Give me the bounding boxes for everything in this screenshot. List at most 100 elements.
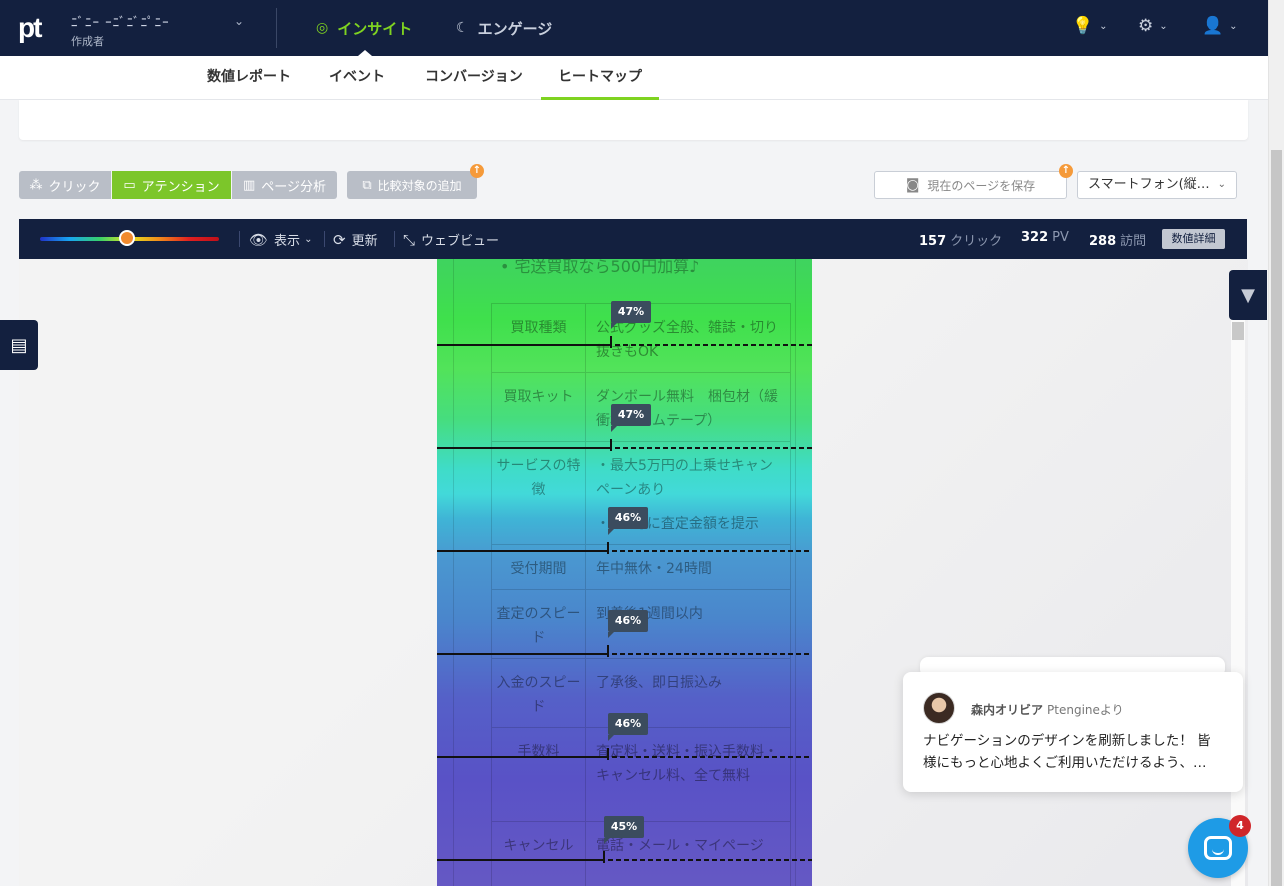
visit-count-label: 訪問 (1120, 234, 1147, 249)
row-label: キャンセル (492, 822, 586, 886)
account-menu[interactable]: 👤 ⌄ (1202, 16, 1238, 36)
page-analysis-button[interactable]: ▥ ページ分析 (232, 171, 337, 199)
chevron-down-icon: ⌄ (1229, 20, 1238, 32)
pv-count-value: 322 (1021, 230, 1049, 245)
row-value-line: ・最大5万円の上乗せキャンペーンあり (596, 458, 773, 498)
nav-tab-insight[interactable]: ◎ インサイト (316, 0, 412, 56)
click-mode-button[interactable]: ⁂ クリック (19, 171, 111, 199)
chat-icon (1204, 836, 1232, 860)
site-name: ﾆﾞﾆｰ ｰﾆﾞﾆﾞﾆﾟﾆｰ (71, 16, 170, 31)
refresh-label: 更新 (351, 234, 378, 249)
click-count-value: 157 (919, 234, 947, 249)
webview-button[interactable]: ⤡ ウェブビュー (403, 230, 499, 250)
fold-percent-badge: 45% (604, 816, 644, 844)
chat-author-via: Ptengineより (1047, 703, 1124, 717)
row-label: 入金のスピード (492, 659, 586, 727)
top-navbar: pt ﾆﾞﾆｰ ｰﾆﾞﾆﾞﾆﾟﾆｰ 作成者 ⌄ ◎ インサイト ☾ エンゲージ … (0, 0, 1268, 56)
fold-line (437, 336, 812, 348)
scrollbar-thumb[interactable] (1232, 322, 1244, 340)
scrollbar-thumb[interactable] (1271, 150, 1282, 886)
tab-event[interactable]: イベント (329, 56, 385, 100)
app-logo[interactable]: pt (18, 12, 42, 44)
device-select-value: スマートフォン(縦… (1088, 177, 1210, 192)
chat-message-card[interactable]: 森内オリビア Ptengineより ナビゲーションのデザインを刷新しました！ 皆様… (903, 672, 1243, 792)
sub-navbar: 数値レポート イベント コンバージョン ヒートマップ (0, 56, 1268, 100)
device-select[interactable]: スマートフォン(縦… ⌄ (1077, 171, 1237, 199)
chevron-down-icon: ⌄ (1159, 20, 1168, 32)
numeric-detail-button[interactable]: 数値詳細 (1162, 229, 1225, 249)
settings-menu[interactable]: ⚙ ⌄ (1138, 16, 1168, 36)
row-label: 買取キット (492, 373, 586, 441)
display-label: 表示 (274, 234, 301, 249)
filter-icon: ▼ (1241, 284, 1255, 306)
table-row: 手数料 査定料・送料・振込手数料・キャンセル料、全て無料 (491, 728, 791, 822)
chat-message: ナビゲーションのデザインを刷新しました！ 皆様にもっと心地よくご利用いただけるよ… (923, 733, 1211, 771)
chevron-down-icon: ⌄ (1217, 179, 1226, 190)
camera-icon: ◙ (905, 177, 920, 193)
save-page-button[interactable]: ◙ 現在のページを保存 (874, 171, 1067, 199)
row-label: 買取種類 (492, 304, 586, 372)
eye-icon: ◎ (316, 20, 329, 36)
fold-percent-badge: 46% (608, 507, 648, 535)
upgrade-badge-icon: ↑ (1059, 164, 1073, 178)
fold-line (437, 439, 812, 451)
fold-line (437, 748, 812, 760)
page-analysis-label: ページ分析 (261, 179, 327, 195)
fold-percent-badge: 47% (611, 301, 651, 329)
table-row: サービスの特徴 ・最大5万円の上乗せキャンペーンあり ・1点毎に査定金額を提示 (491, 442, 791, 545)
chevron-down-icon: ⌄ (304, 234, 313, 245)
refresh-button[interactable]: ⟳ 更新 (333, 230, 378, 250)
chevron-down-icon: ⌄ (1099, 20, 1108, 32)
divider (324, 231, 325, 247)
fold-line (437, 645, 812, 657)
fold-percent-badge: 47% (611, 404, 651, 432)
filter-tab[interactable]: ▼ (1229, 270, 1267, 320)
click-count-label: クリック (950, 234, 1003, 249)
nav-tab-engage[interactable]: ☾ エンゲージ (456, 0, 552, 56)
tab-numeric-report[interactable]: 数値レポート (207, 56, 291, 100)
site-role: 作成者 (71, 35, 104, 48)
display-menu[interactable]: 👁 表示 ⌄ (249, 230, 313, 250)
heatmap-control-bar: 👁 表示 ⌄ ⟳ 更新 ⤡ ウェブビュー 157 クリック 322 PV 288 訪問… (19, 219, 1247, 259)
help-menu[interactable]: 💡 ⌄ (1072, 16, 1108, 36)
site-switcher[interactable]: ﾆﾞﾆｰ ｰﾆﾞﾆﾞﾆﾟﾆｰ 作成者 (71, 12, 170, 49)
chat-author-name: 森内オリビア (971, 703, 1044, 717)
tab-heatmap[interactable]: ヒートマップ (541, 56, 659, 100)
save-page-label: 現在のページを保存 (927, 178, 1036, 193)
visit-count: 288 訪問 (1089, 230, 1146, 249)
unread-count-badge: 4 (1229, 815, 1251, 837)
pv-count-label: PV (1052, 230, 1069, 245)
refresh-icon: ⟳ (333, 230, 346, 249)
row-label: サービスの特徴 (492, 442, 586, 544)
page-info-tab[interactable]: ▤ (0, 320, 38, 370)
click-mode-label: クリック (48, 179, 101, 195)
canvas-scrollbar[interactable] (1231, 320, 1245, 886)
row-value: 年中無休・24時間 (596, 561, 712, 577)
page-content: • 宅送買取なら500円加算♪ 買取種類 公式グッズ全般、雑誌・切り抜きもOK … (453, 259, 796, 886)
copy-icon: ⧉ (362, 177, 372, 193)
upgrade-badge-icon: ↑ (470, 164, 484, 178)
click-count: 157 クリック (919, 230, 1002, 249)
bar-chart-icon: ▥ (242, 177, 256, 193)
chat-author: 森内オリビア Ptengineより (971, 701, 1124, 718)
expand-icon: ⤡ (403, 230, 416, 249)
slider-handle[interactable] (119, 230, 135, 246)
document-icon: ▤ (10, 334, 28, 356)
lightbulb-icon: 💡 (1072, 16, 1094, 36)
attention-mode-button[interactable]: ▭ アテンション (112, 171, 231, 199)
add-comparison-label: 比較対象の追加 (377, 178, 462, 193)
fold-percent-badge: 46% (608, 610, 648, 638)
divider (394, 231, 395, 247)
divider (239, 231, 240, 247)
avatar (923, 692, 955, 724)
tab-conversion[interactable]: コンバージョン (425, 56, 523, 100)
chevron-down-icon[interactable]: ⌄ (234, 14, 244, 28)
engage-icon: ☾ (456, 20, 469, 36)
page-preview[interactable]: • 宅送買取なら500円加算♪ 買取種類 公式グッズ全般、雑誌・切り抜きもOK … (437, 259, 812, 886)
window-scrollbar[interactable] (1268, 0, 1284, 886)
row-label: 手数料 (492, 728, 586, 821)
nav-tab-engage-label: エンゲージ (477, 19, 553, 38)
row-value: 査定料・送料・振込手数料・キャンセル料、全て無料 (596, 744, 778, 784)
add-comparison-button[interactable]: ⧉ 比較対象の追加 (347, 171, 477, 199)
monitor-icon: ▭ (123, 177, 136, 193)
